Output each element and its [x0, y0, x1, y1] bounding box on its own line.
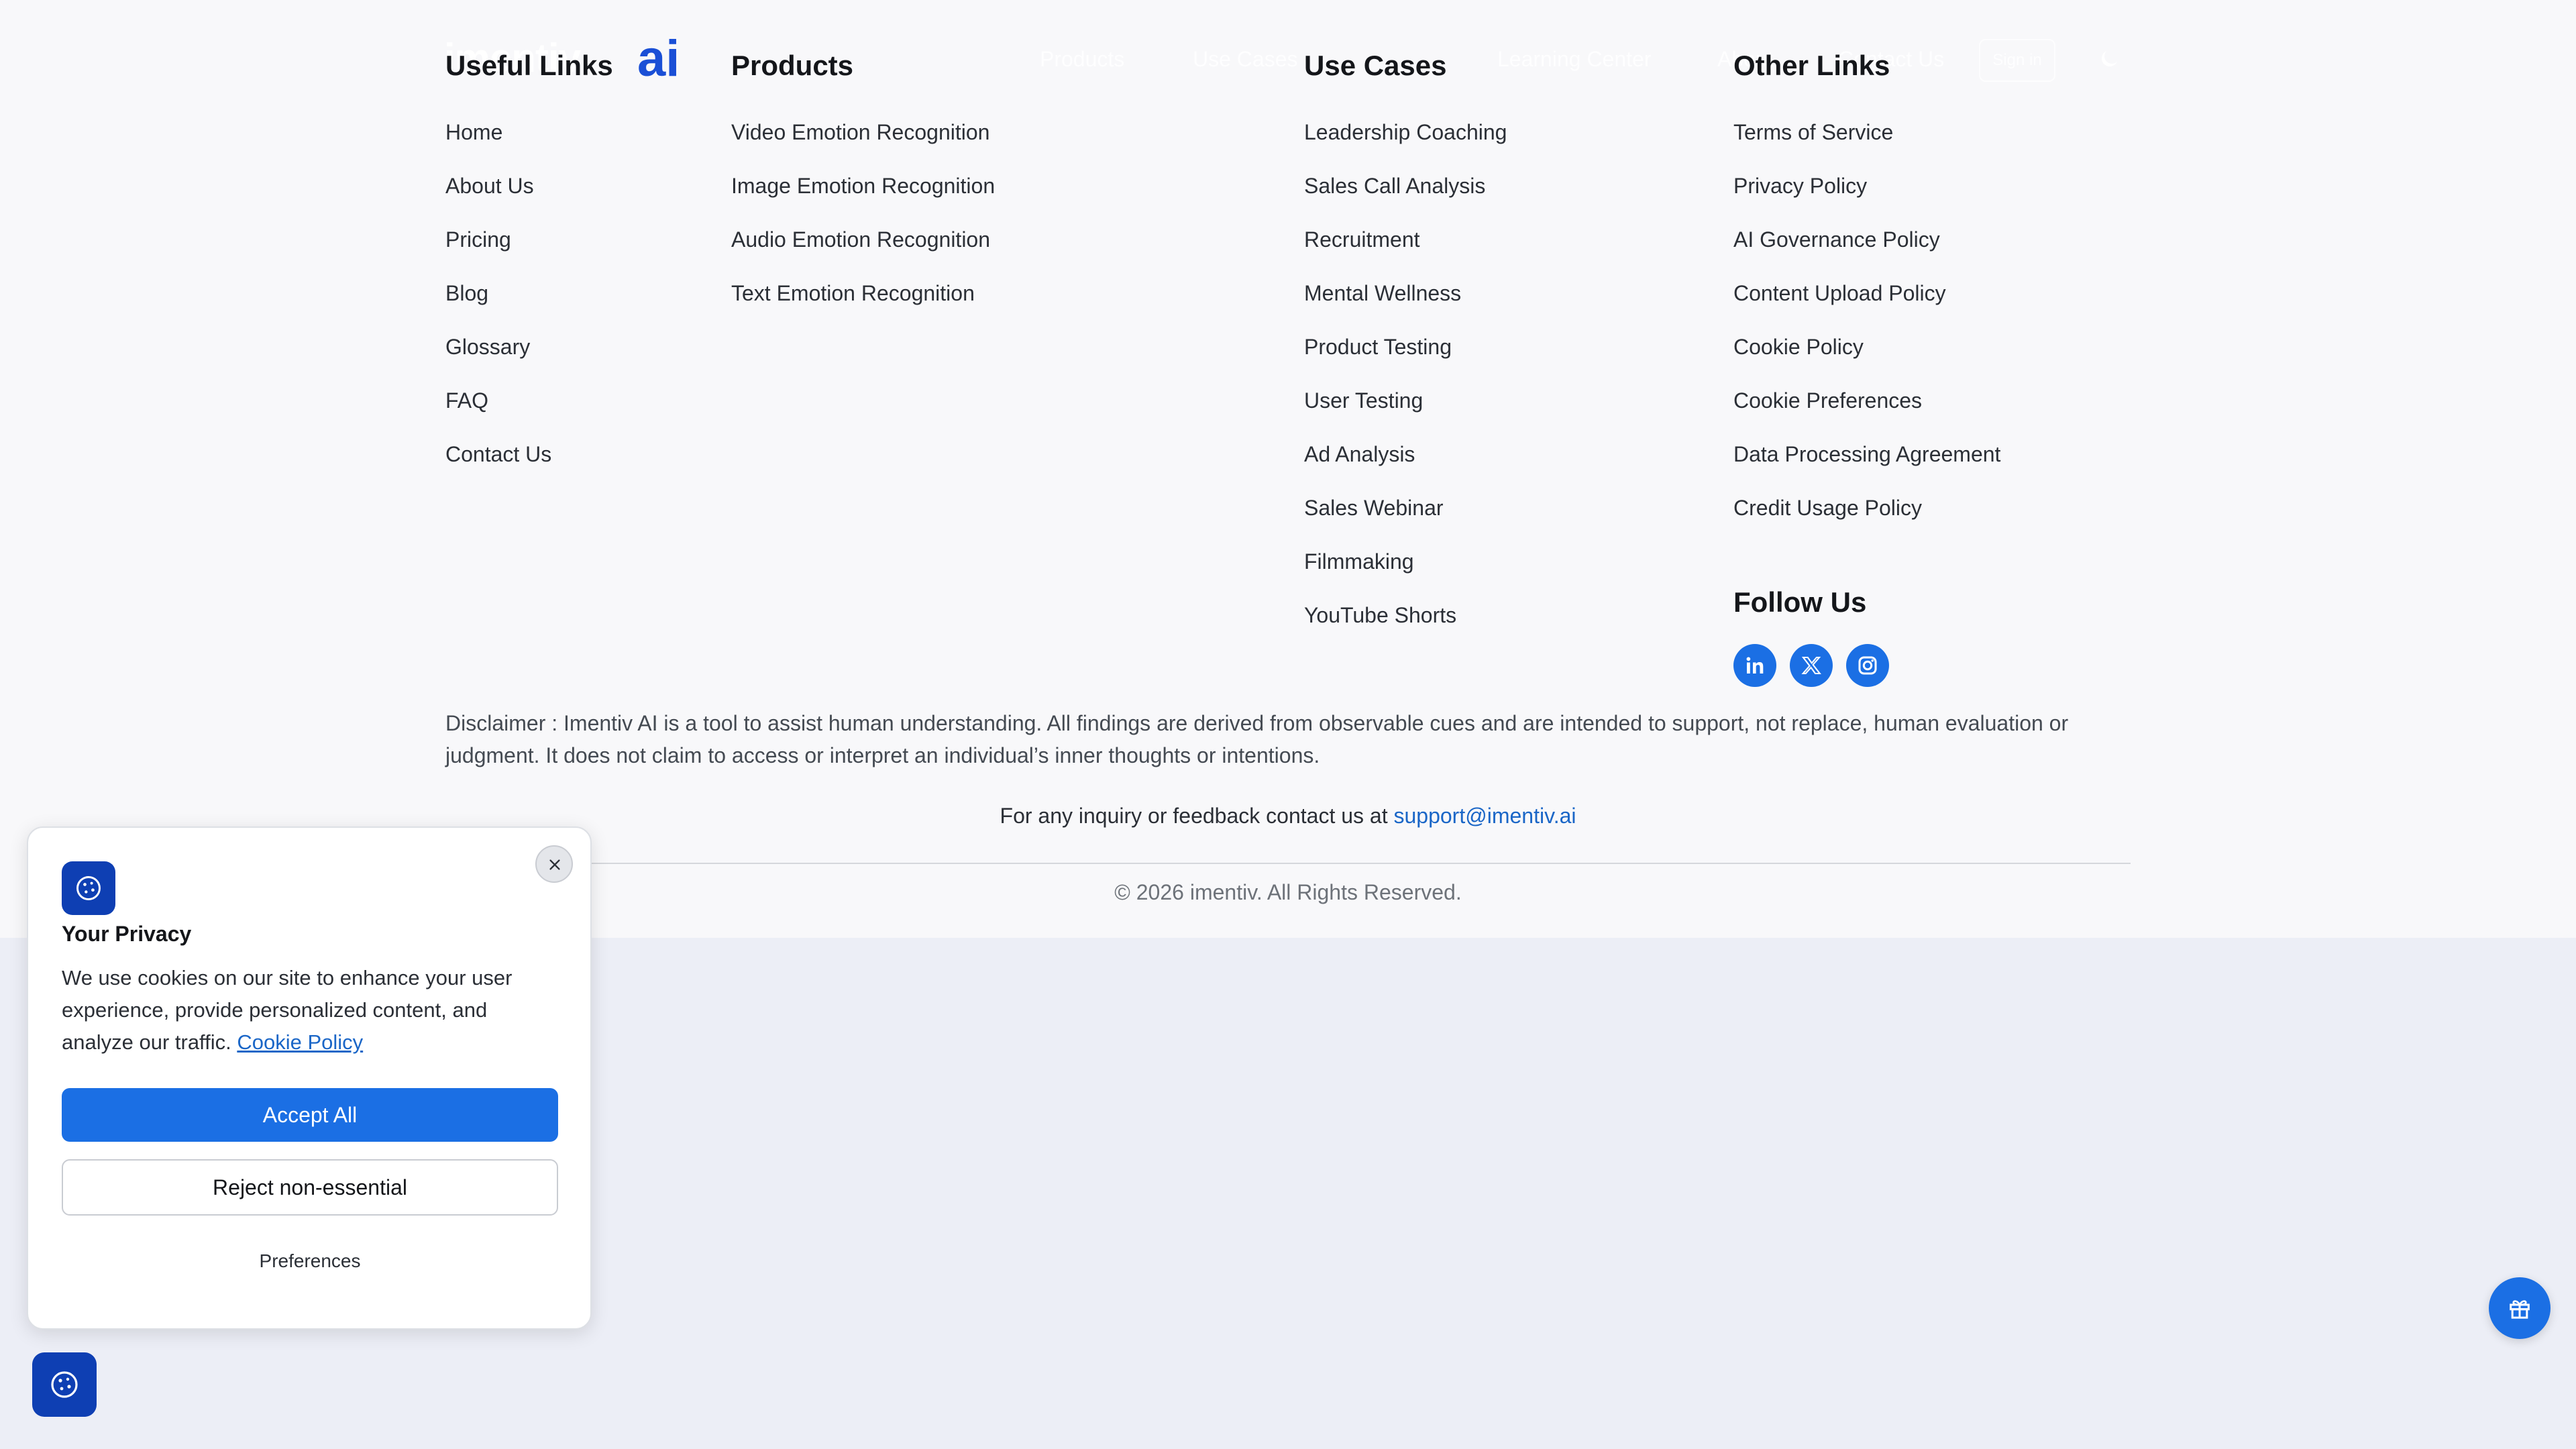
logo-ai[interactable]: ai	[637, 30, 680, 88]
cookie-icon	[62, 861, 115, 915]
footer-link-recruitment[interactable]: Recruitment	[1304, 227, 1507, 280]
footer-link-filmmaking[interactable]: Filmmaking	[1304, 549, 1507, 602]
site-header: imentiv ai Products Use Cases Learning C…	[0, 0, 2576, 121]
cookie-settings-button[interactable]	[32, 1352, 97, 1417]
instagram-icon[interactable]	[1846, 644, 1889, 687]
footer-link-pricing[interactable]: Pricing	[445, 227, 551, 280]
inquiry-text: For any inquiry or feedback contact us a…	[1000, 804, 1394, 828]
preferences-button[interactable]: Preferences	[62, 1250, 558, 1272]
use-cases-list: Leadership Coaching Sales Call Analysis …	[1304, 119, 1507, 656]
footer-link-video-emotion[interactable]: Video Emotion Recognition	[731, 119, 995, 173]
footer-link-cookie-preferences[interactable]: Cookie Preferences	[1733, 388, 2000, 441]
footer-link-sales-webinar[interactable]: Sales Webinar	[1304, 495, 1507, 549]
footer-link-audio-emotion[interactable]: Audio Emotion Recognition	[731, 227, 995, 280]
accept-all-button[interactable]: Accept All	[62, 1088, 558, 1142]
footer-link-youtube-shorts[interactable]: YouTube Shorts	[1304, 602, 1507, 656]
footer-link-cookie-policy[interactable]: Cookie Policy	[1733, 334, 2000, 388]
cookie-policy-link[interactable]: Cookie Policy	[237, 1030, 363, 1054]
cookie-title: Your Privacy	[62, 922, 192, 946]
cookie-description: We use cookies on our site to enhance yo…	[62, 962, 558, 1059]
footer-link-data-processing[interactable]: Data Processing Agreement	[1733, 441, 2000, 495]
footer-link-ai-governance[interactable]: AI Governance Policy	[1733, 227, 2000, 280]
footer-link-product-testing[interactable]: Product Testing	[1304, 334, 1507, 388]
disclaimer-text: Disclaimer : Imentiv AI is a tool to ass…	[445, 711, 2069, 767]
inquiry-line: For any inquiry or feedback contact us a…	[0, 804, 2576, 828]
nav-products[interactable]: Products	[1040, 47, 1124, 72]
footer-link-credit-usage[interactable]: Credit Usage Policy	[1733, 495, 2000, 549]
other-links-title: Other Links	[1733, 50, 1890, 81]
linkedin-icon[interactable]	[1733, 644, 1776, 687]
gift-icon	[2510, 1300, 2530, 1319]
footer-link-sales-call-analysis[interactable]: Sales Call Analysis	[1304, 173, 1507, 227]
cookie-icon	[51, 1371, 78, 1398]
follow-us-title: Follow Us	[1733, 586, 1867, 618]
nav-use-cases[interactable]: Use Cases	[1193, 47, 1298, 72]
footer-link-contact-us[interactable]: Contact Us	[445, 441, 551, 495]
footer-link-blog[interactable]: Blog	[445, 280, 551, 334]
use-cases-title: Use Cases	[1304, 50, 1447, 81]
footer-link-terms[interactable]: Terms of Service	[1733, 119, 2000, 173]
sign-in-button[interactable]: Sign in	[1979, 39, 2055, 82]
useful-links-list: Home About Us Pricing Blog Glossary FAQ …	[445, 119, 551, 495]
footer-link-about-us[interactable]: About Us	[445, 173, 551, 227]
nav-learning-center[interactable]: Learning Center	[1497, 47, 1651, 72]
footer-link-user-testing[interactable]: User Testing	[1304, 388, 1507, 441]
footer-link-image-emotion[interactable]: Image Emotion Recognition	[731, 173, 995, 227]
footer-link-ad-analysis[interactable]: Ad Analysis	[1304, 441, 1507, 495]
moon-icon[interactable]	[2097, 47, 2121, 71]
close-icon	[549, 859, 560, 870]
footer-link-glossary[interactable]: Glossary	[445, 334, 551, 388]
products-list: Video Emotion Recognition Image Emotion …	[731, 119, 995, 334]
footer-link-text-emotion[interactable]: Text Emotion Recognition	[731, 280, 995, 334]
close-button[interactable]	[535, 845, 573, 883]
useful-links-title: Useful Links	[445, 50, 613, 81]
site-footer: imentiv ai Products Use Cases Learning C…	[0, 0, 2576, 938]
footer-link-leadership-coaching[interactable]: Leadership Coaching	[1304, 119, 1507, 173]
x-icon[interactable]	[1790, 644, 1833, 687]
footer-link-privacy[interactable]: Privacy Policy	[1733, 173, 2000, 227]
footer-divider	[445, 863, 2131, 864]
cookie-consent-dialog: Your Privacy We use cookies on our site …	[27, 826, 592, 1330]
products-title: Products	[731, 50, 854, 81]
footer-link-home[interactable]: Home	[445, 119, 551, 173]
footer-link-mental-wellness[interactable]: Mental Wellness	[1304, 280, 1507, 334]
footer-link-content-upload[interactable]: Content Upload Policy	[1733, 280, 2000, 334]
footer-link-faq[interactable]: FAQ	[445, 388, 551, 441]
gift-button[interactable]	[2489, 1277, 2551, 1339]
support-email-link[interactable]: support@imentiv.ai	[1393, 804, 1576, 828]
reject-non-essential-button[interactable]: Reject non-essential	[62, 1159, 558, 1216]
other-links-list: Terms of Service Privacy Policy AI Gover…	[1733, 119, 2000, 549]
